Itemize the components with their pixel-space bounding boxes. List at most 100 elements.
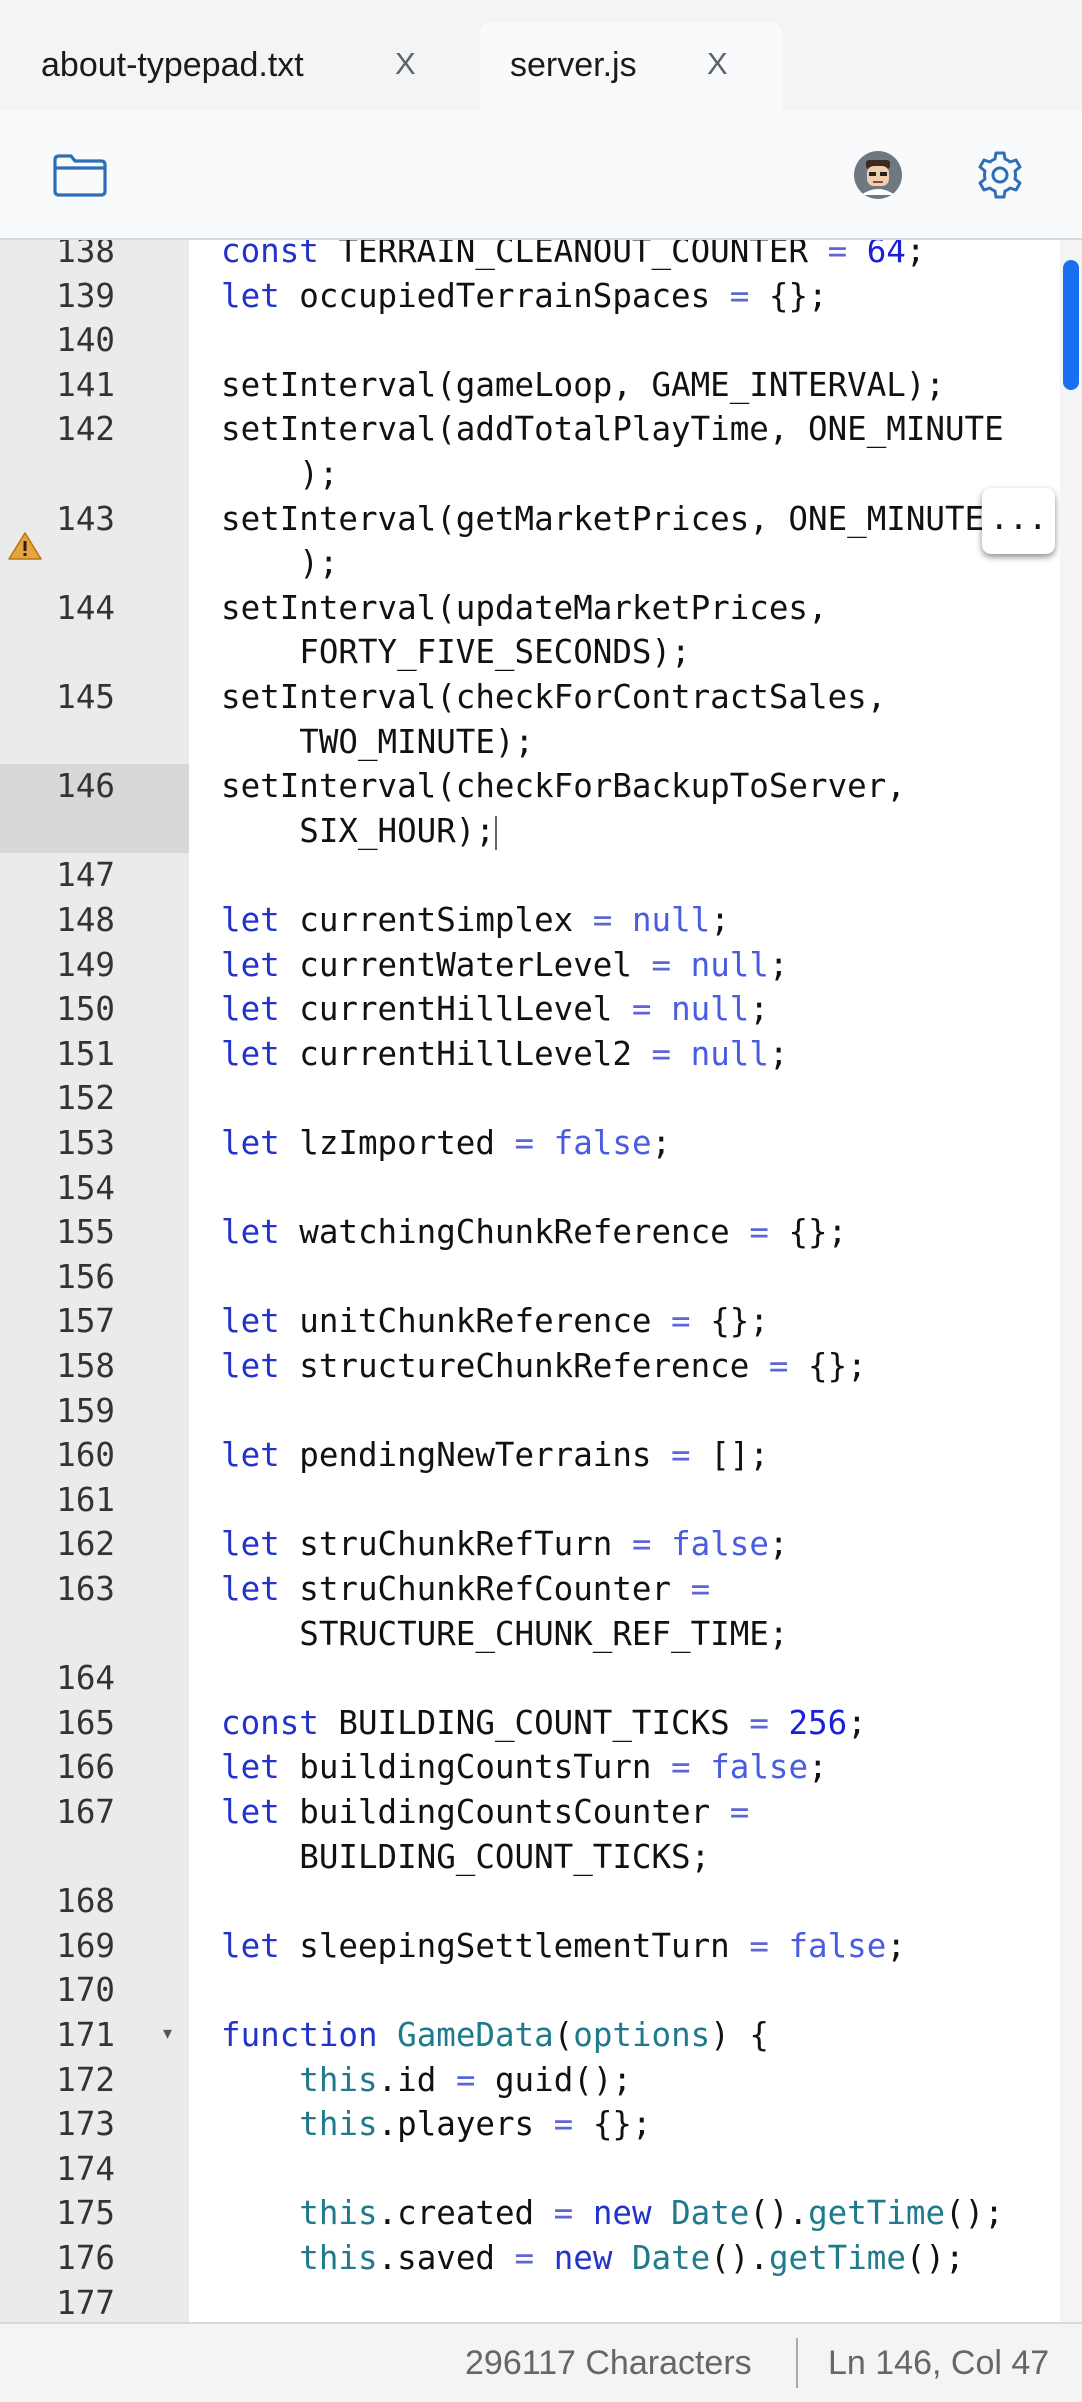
avatar[interactable] bbox=[853, 150, 903, 200]
code-text[interactable]: let sleepingSettlementTurn = false; bbox=[221, 1924, 906, 1969]
code-text[interactable]: let currentSimplex = null; bbox=[221, 898, 730, 943]
code-line[interactable]: 159 bbox=[0, 1389, 1060, 1434]
code-line[interactable]: 172 this.id = guid(); bbox=[0, 2058, 1060, 2103]
code-text[interactable]: let currentWaterLevel = null; bbox=[221, 943, 789, 988]
code-text[interactable]: let watchingChunkReference = {}; bbox=[221, 1210, 847, 1255]
settings-button[interactable] bbox=[975, 150, 1025, 200]
code-line[interactable]: 156 bbox=[0, 1255, 1060, 1300]
code-line[interactable]: 149 let currentWaterLevel = null; bbox=[0, 943, 1060, 988]
tab-about-typepad[interactable]: about-typepad.txt X bbox=[0, 22, 470, 110]
code-line[interactable]: 147 bbox=[0, 853, 1060, 898]
code-line[interactable]: 146 setInterval(checkForBackupToServer, S… bbox=[0, 764, 1060, 854]
code-line[interactable]: 148 let currentSimplex = null; bbox=[0, 898, 1060, 943]
code-token: ; bbox=[847, 1703, 867, 1742]
code-line[interactable]: 175 this.created = new Date().getTime(); bbox=[0, 2191, 1060, 2236]
warning-icon[interactable] bbox=[8, 531, 42, 561]
code-token: Date bbox=[631, 2239, 711, 2277]
code-text[interactable]: this.id = guid(); bbox=[221, 2058, 632, 2103]
code-token: struChunkRefCounter bbox=[279, 1570, 691, 1608]
code-line[interactable]: 162 let struChunkRefTurn = false; bbox=[0, 1522, 1060, 1567]
code-line[interactable]: 174 bbox=[0, 2147, 1060, 2192]
line-number: 151 bbox=[56, 1034, 115, 1073]
code-line[interactable]: 157 let unitChunkReference = {}; bbox=[0, 1299, 1060, 1344]
code-line[interactable]: 139 let occupiedTerrainSpaces = {}; bbox=[0, 274, 1060, 319]
code-token: 256 bbox=[788, 1703, 848, 1742]
code-text[interactable]: this.saved = new Date().getTime(); bbox=[221, 2236, 964, 2281]
line-number: 157 bbox=[56, 1302, 115, 1341]
scrollbar-thumb[interactable] bbox=[1063, 260, 1079, 390]
code-line[interactable]: 168 bbox=[0, 1879, 1060, 1924]
code-text[interactable]: let currentHillLevel2 = null; bbox=[221, 1032, 789, 1077]
code-token: = bbox=[514, 2239, 535, 2277]
code-line[interactable]: 163 let struChunkRefCounter = STRUCTURE_C… bbox=[0, 1567, 1060, 1656]
code-text[interactable]: setInterval(gameLoop, GAME_INTERVAL); bbox=[221, 363, 945, 408]
more-button[interactable]: ... bbox=[982, 488, 1055, 554]
code-line[interactable]: 165 const BUILDING_COUNT_TICKS = 256; bbox=[0, 1701, 1060, 1746]
code-token: Date bbox=[671, 2194, 750, 2233]
line-number: 159 bbox=[56, 1391, 115, 1430]
code-line[interactable]: 166 let buildingCountsTurn = false; bbox=[0, 1745, 1060, 1790]
code-line[interactable]: 173 this.players = {}; bbox=[0, 2102, 1060, 2147]
code-text[interactable]: setInterval(getMarketPrices, ONE_MINUTE … bbox=[221, 497, 984, 586]
code-text[interactable]: let struChunkRefTurn = false; bbox=[221, 1522, 788, 1567]
code-line[interactable]: 141 setInterval(gameLoop, GAME_INTERVAL); bbox=[0, 363, 1060, 408]
code-line[interactable]: 153 let lzImported = false; bbox=[0, 1121, 1060, 1166]
line-number: 172 bbox=[56, 2060, 115, 2099]
code-text[interactable]: let structureChunkReference = {}; bbox=[221, 1344, 867, 1389]
code-token: setInterval(updateMarketPrices, FORTY_FI… bbox=[221, 588, 828, 672]
code-text[interactable]: let pendingNewTerrains = []; bbox=[221, 1433, 769, 1478]
code-editor[interactable]: 138 const TERRAIN_CLEANOUT_COUNTER = 64; 1… bbox=[0, 240, 1082, 2322]
tab-close-button[interactable]: X bbox=[707, 46, 728, 82]
code-line[interactable]: 155 let watchingChunkReference = {}; bbox=[0, 1210, 1060, 1255]
code-line[interactable]: 151 let currentHillLevel2 = null; bbox=[0, 1032, 1060, 1077]
code-text[interactable]: this.created = new Date().getTime(); bbox=[221, 2191, 1004, 2236]
code-text[interactable]: let unitChunkReference = {}; bbox=[221, 1299, 769, 1344]
code-text[interactable]: this.players = {}; bbox=[221, 2102, 651, 2147]
tab-close-button[interactable]: X bbox=[395, 46, 416, 82]
scrollbar[interactable] bbox=[1060, 240, 1082, 2322]
code-text[interactable]: let occupiedTerrainSpaces = {}; bbox=[221, 274, 828, 319]
code-text[interactable]: let buildingCountsCounter = BUILDING_COU… bbox=[221, 1790, 749, 1879]
fold-arrow-icon[interactable]: ▾ bbox=[163, 2023, 172, 2044]
code-text[interactable]: const BUILDING_COUNT_TICKS = 256; bbox=[221, 1701, 867, 1746]
code-line[interactable]: 167 let buildingCountsCounter = BUILDING_… bbox=[0, 1790, 1060, 1879]
code-token: = bbox=[749, 1213, 769, 1252]
code-text[interactable]: let struChunkRefCounter = STRUCTURE_CHUN… bbox=[221, 1567, 788, 1656]
code-line[interactable]: 145 setInterval(checkForContractSales, TW… bbox=[0, 675, 1060, 764]
code-text[interactable]: setInterval(checkForBackupToServer, SIX_… bbox=[221, 764, 906, 853]
code-line[interactable]: 171 ▾ function GameData(options) { bbox=[0, 2013, 1060, 2058]
code-line[interactable]: 138 const TERRAIN_CLEANOUT_COUNTER = 64; bbox=[0, 240, 1060, 274]
code-line[interactable]: 169 let sleepingSettlementTurn = false; bbox=[0, 1924, 1060, 1969]
code-line[interactable]: 143 setInterval(getMarketPrices, ONE_MINU… bbox=[0, 497, 1060, 586]
code-line[interactable]: 154 bbox=[0, 1166, 1060, 1211]
code-text[interactable]: let lzImported = false; bbox=[221, 1121, 671, 1166]
code-text[interactable]: function GameData(options) { bbox=[221, 2013, 769, 2058]
code-line[interactable]: 161 bbox=[0, 1478, 1060, 1523]
code-text[interactable]: let buildingCountsTurn = false; bbox=[221, 1745, 828, 1790]
code-line[interactable]: 170 bbox=[0, 1968, 1060, 2013]
code-line[interactable]: 158 let structureChunkReference = {}; bbox=[0, 1344, 1060, 1389]
code-text[interactable]: setInterval(addTotalPlayTime, ONE_MINUTE… bbox=[221, 407, 1004, 496]
line-number: 144 bbox=[56, 588, 115, 627]
code-line[interactable]: 177 bbox=[0, 2281, 1060, 2322]
code-token: STRUCTURE_CHUNK_REF_TIME; bbox=[299, 1614, 789, 1653]
code-text[interactable]: const TERRAIN_CLEANOUT_COUNTER = 64; bbox=[221, 240, 925, 274]
code-line[interactable]: 152 bbox=[0, 1076, 1060, 1121]
code-line[interactable]: 176 this.saved = new Date().getTime(); bbox=[0, 2236, 1060, 2281]
code-text[interactable]: setInterval(checkForContractSales, TWO_M… bbox=[221, 675, 886, 764]
code-line[interactable]: 140 bbox=[0, 318, 1060, 363]
code-line[interactable]: 142 setInterval(addTotalPlayTime, ONE_MIN… bbox=[0, 407, 1060, 496]
code-text[interactable]: setInterval(updateMarketPrices, FORTY_FI… bbox=[221, 586, 828, 675]
code-token: (); bbox=[945, 2194, 1004, 2233]
code-line[interactable]: 160 let pendingNewTerrains = []; bbox=[0, 1433, 1060, 1478]
code-line[interactable]: 144 setInterval(updateMarketPrices, FORTY… bbox=[0, 586, 1060, 675]
open-folder-button[interactable] bbox=[52, 152, 108, 198]
code-token: occupiedTerrainSpaces bbox=[279, 276, 730, 315]
code-line[interactable]: 150 let currentHillLevel = null; bbox=[0, 987, 1060, 1032]
tab-server-js[interactable]: server.js X bbox=[480, 22, 782, 110]
code-text[interactable]: let currentHillLevel = null; bbox=[221, 987, 769, 1032]
code-line[interactable]: 164 bbox=[0, 1656, 1060, 1701]
